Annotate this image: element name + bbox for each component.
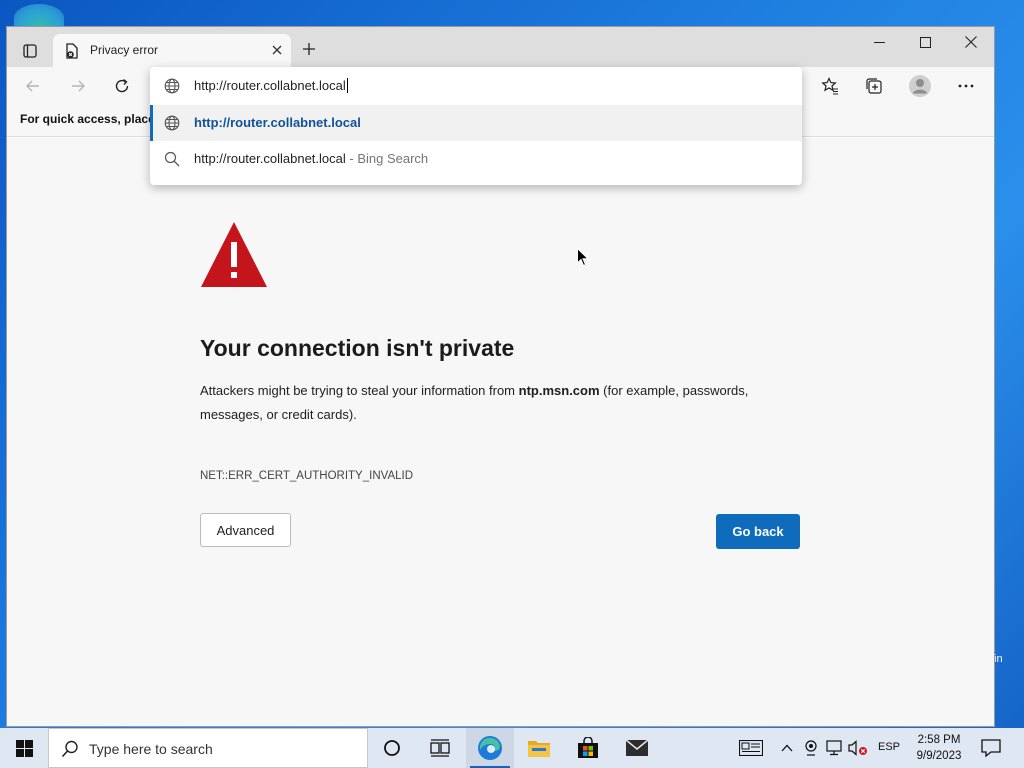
address-bar-dropdown: http://router.collabnet.local http://rou… bbox=[150, 67, 802, 185]
taskbar-search-box[interactable]: Type here to search bbox=[48, 728, 368, 768]
refresh-icon bbox=[115, 78, 129, 93]
error-description: Attackers might be trying to steal your … bbox=[200, 379, 810, 427]
tab-actions-icon bbox=[23, 44, 37, 58]
close-icon bbox=[272, 45, 282, 55]
desc-prefix: Attackers might be trying to steal your … bbox=[200, 383, 519, 398]
warning-triangle-icon bbox=[201, 222, 267, 287]
task-view-button[interactable] bbox=[416, 728, 464, 768]
back-arrow-icon bbox=[26, 80, 39, 92]
folder-icon bbox=[528, 741, 550, 757]
search-icon bbox=[61, 740, 78, 758]
microsoft-store-button[interactable] bbox=[564, 728, 612, 768]
suggestion-suffix: - Bing Search bbox=[345, 151, 429, 166]
news-widget-button[interactable] bbox=[739, 738, 763, 758]
chevron-up-icon bbox=[781, 744, 793, 752]
cortana-button[interactable] bbox=[368, 728, 416, 768]
webcam-icon bbox=[805, 740, 817, 756]
address-input[interactable]: http://router.collabnet.local bbox=[150, 67, 802, 105]
file-explorer-button[interactable] bbox=[515, 728, 563, 768]
taskbar: Type here to search ESP 2:58 PM 9/9/2023 bbox=[0, 728, 1024, 768]
start-button[interactable] bbox=[0, 728, 48, 768]
clock-date: 9/9/2023 bbox=[916, 750, 962, 762]
plus-icon bbox=[303, 43, 315, 55]
favorites-bar-hint: For quick access, place y bbox=[20, 112, 165, 126]
input-language-indicator[interactable]: ESP bbox=[878, 741, 900, 753]
network-icon bbox=[826, 740, 842, 756]
settings-menu-button[interactable] bbox=[952, 73, 980, 99]
suggestion-item[interactable]: http://router.collabnet.local - Bing Sea… bbox=[150, 141, 802, 177]
collections-button[interactable] bbox=[860, 73, 888, 99]
favorites-button[interactable] bbox=[816, 73, 844, 99]
forward-arrow-icon bbox=[72, 80, 85, 92]
store-bag-icon bbox=[578, 737, 598, 758]
volume-muted-icon bbox=[848, 740, 867, 756]
news-icon bbox=[739, 740, 763, 756]
maximize-icon bbox=[919, 36, 931, 48]
globe-icon bbox=[164, 78, 180, 94]
tab-bar: Privacy error bbox=[7, 27, 994, 67]
collections-icon bbox=[866, 78, 882, 94]
suggestion-text: http://router.collabnet.local - Bing Sea… bbox=[194, 151, 429, 166]
mail-envelope-icon bbox=[625, 739, 649, 756]
suggestion-item[interactable]: http://router.collabnet.local bbox=[150, 105, 802, 141]
tab-title: Privacy error bbox=[90, 43, 159, 57]
volume-button[interactable] bbox=[848, 738, 868, 758]
tray-clock[interactable]: 2:58 PM 9/9/2023 bbox=[908, 732, 970, 764]
desktop-edge-text: in bbox=[994, 653, 1003, 665]
tab-privacy-error[interactable]: Privacy error bbox=[53, 34, 291, 67]
refresh-button[interactable] bbox=[108, 73, 136, 99]
cortana-circle-icon bbox=[384, 740, 400, 756]
minimize-icon bbox=[873, 41, 885, 43]
edge-browser-icon bbox=[478, 736, 502, 760]
taskbar-edge-button[interactable] bbox=[466, 728, 514, 768]
tab-actions-button[interactable] bbox=[15, 37, 45, 65]
star-list-icon bbox=[821, 77, 838, 95]
tray-device-button[interactable] bbox=[801, 738, 821, 758]
show-hidden-icons-button[interactable] bbox=[777, 738, 797, 758]
new-tab-button[interactable] bbox=[299, 39, 319, 59]
close-icon bbox=[965, 36, 977, 48]
profile-button[interactable] bbox=[905, 73, 935, 99]
error-code: NET::ERR_CERT_AUTHORITY_INVALID bbox=[200, 470, 414, 482]
error-page: Your connection isn't private Attackers … bbox=[7, 138, 994, 726]
clock-time: 2:58 PM bbox=[917, 734, 961, 746]
back-button[interactable] bbox=[19, 73, 47, 99]
notification-center-icon[interactable] bbox=[980, 738, 1002, 758]
maximize-button[interactable] bbox=[902, 27, 948, 57]
taskbar-search-placeholder: Type here to search bbox=[89, 741, 213, 757]
page-title: Your connection isn't private bbox=[200, 335, 515, 361]
advanced-button[interactable]: Advanced bbox=[200, 513, 291, 547]
address-input-value: http://router.collabnet.local bbox=[194, 78, 348, 93]
suggestion-text: http://router.collabnet.local bbox=[194, 115, 361, 130]
globe-icon bbox=[164, 115, 180, 131]
task-view-icon bbox=[430, 739, 450, 757]
tab-close-button[interactable] bbox=[269, 42, 285, 58]
windows-logo-icon bbox=[15, 739, 33, 757]
not-secure-page-icon bbox=[66, 43, 78, 59]
desc-host: ntp.msn.com bbox=[518, 383, 600, 398]
forward-button[interactable] bbox=[64, 73, 92, 99]
network-button[interactable] bbox=[825, 738, 845, 758]
mail-button[interactable] bbox=[613, 728, 661, 768]
search-icon bbox=[164, 151, 180, 167]
text-caret bbox=[346, 78, 348, 93]
avatar-icon bbox=[909, 75, 931, 97]
more-horizontal-icon bbox=[958, 84, 974, 88]
go-back-button[interactable]: Go back bbox=[716, 514, 800, 549]
mouse-cursor-icon bbox=[577, 248, 589, 267]
close-window-button[interactable] bbox=[948, 27, 994, 57]
minimize-button[interactable] bbox=[856, 27, 902, 57]
